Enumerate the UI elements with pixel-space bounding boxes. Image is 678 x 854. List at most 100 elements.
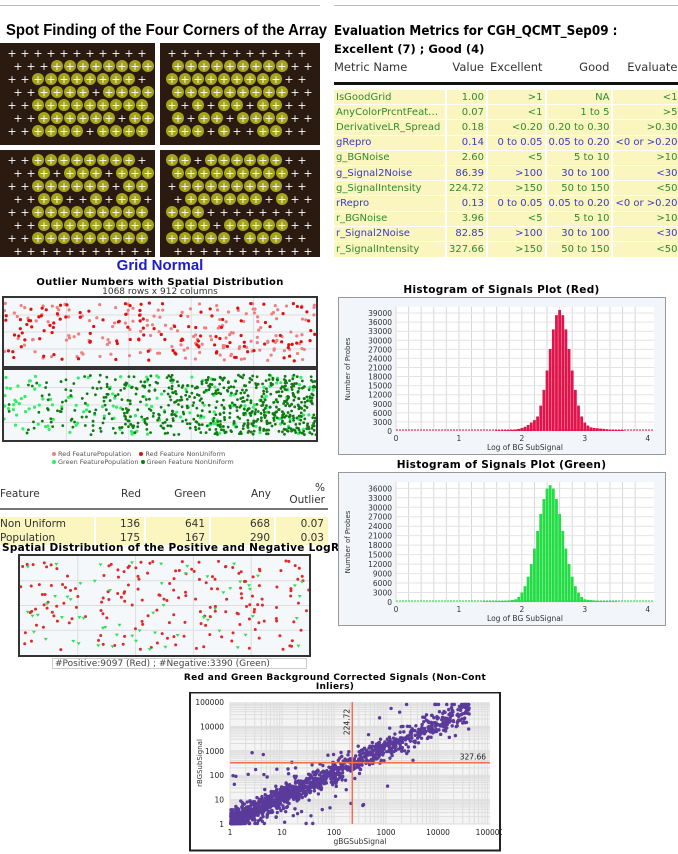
green-nonuniform-point [232, 421, 236, 425]
green-nonuniform-point [73, 408, 77, 412]
histogram-bar [602, 428, 606, 431]
grid-cross: + [104, 219, 113, 232]
green-nonuniform-point [215, 400, 219, 404]
green-nonuniform-point [246, 418, 250, 422]
negative-logratio-point [43, 637, 48, 641]
scatter-point [328, 773, 332, 778]
green-population-point [279, 381, 283, 385]
red-population-point [289, 330, 293, 334]
green-nonuniform-point [265, 390, 269, 394]
green-nonuniform-point [103, 403, 107, 407]
red-population-point [231, 331, 235, 335]
logratio-title: Spatial Distribution of the Positive and… [2, 542, 370, 554]
green-nonuniform-point [310, 426, 314, 430]
positive-logratio-point [290, 639, 294, 643]
scatter-point [286, 772, 291, 776]
x-tick-label: 4 [645, 434, 650, 443]
red-nonuniform-point [78, 315, 82, 319]
metric-evaluate: <0 or >0.20 [612, 195, 678, 211]
positive-logratio-point [274, 617, 278, 621]
green-nonuniform-point [242, 424, 245, 428]
scatter-point [400, 745, 405, 750]
grid-cross: + [52, 193, 61, 206]
scatter-point [377, 716, 382, 720]
red-nonuniform-point [76, 357, 81, 361]
green-nonuniform-point [209, 421, 213, 425]
scatter-point [239, 813, 244, 817]
positive-logratio-point [293, 564, 297, 568]
green-nonuniform-point [220, 403, 224, 407]
green-nonuniform-point [230, 430, 233, 434]
green-nonuniform-point [152, 411, 155, 415]
positive-logratio-point [99, 634, 103, 638]
green-nonuniform-point [308, 431, 312, 434]
grid-cross: + [143, 112, 152, 125]
scatter-point [375, 745, 379, 749]
red-nonuniform-point [141, 317, 145, 321]
positive-logratio-point [116, 575, 120, 579]
histogram-bar [570, 576, 574, 602]
green-nonuniform-point [218, 413, 222, 416]
green-nonuniform-point [305, 427, 309, 431]
grid-cross: + [117, 193, 126, 206]
positive-logratio-point [284, 559, 288, 563]
scatter-point [382, 758, 386, 763]
metric-excellent: 0 to 0.05 [487, 134, 547, 151]
green-nonuniform-point [197, 422, 201, 426]
grid-cross: + [277, 60, 286, 73]
scatter-point [374, 751, 378, 755]
green-nonuniform-point [194, 420, 198, 423]
red-population-point [179, 343, 183, 347]
metric-evaluate: <30 [612, 164, 678, 181]
green-nonuniform-point [168, 395, 172, 399]
grid-cross: + [206, 47, 215, 60]
green-population-point [15, 413, 19, 417]
scatter-point [364, 749, 369, 753]
grid-cross: + [245, 47, 254, 60]
red-nonuniform-point [50, 330, 54, 335]
grid-cross: + [277, 167, 286, 180]
green-nonuniform-point [302, 433, 306, 436]
red-nonuniform-point [242, 344, 246, 348]
red-population-point [255, 335, 259, 339]
scatter-point [339, 750, 343, 755]
grid-cross: + [26, 219, 35, 232]
positive-logratio-point [69, 588, 73, 592]
green-nonuniform-point [204, 388, 208, 392]
outlier-table: Feature Red Green Any % Outlier Non Unif… [0, 480, 330, 545]
scatter-point [297, 796, 301, 800]
green-population-point [133, 414, 138, 418]
histogram-bar [520, 427, 524, 431]
negative-logratio-point [255, 574, 260, 578]
red-nonuniform-point [138, 313, 142, 317]
histogram-bar [608, 601, 612, 602]
green-nonuniform-point [297, 404, 301, 408]
green-nonuniform-point [287, 415, 291, 419]
red-nonuniform-point [17, 334, 21, 338]
positive-logratio-point [55, 619, 59, 623]
green-nonuniform-point [111, 426, 115, 430]
red-population-point [157, 330, 161, 334]
positive-logratio-point [34, 607, 38, 611]
green-population-point [74, 403, 78, 407]
scatter-point [464, 720, 469, 725]
scatter-point [316, 792, 321, 796]
red-population-point [101, 336, 105, 340]
green-nonuniform-point [280, 410, 284, 414]
green-nonuniform-point [288, 420, 292, 423]
grid-cross: + [238, 60, 247, 73]
positive-logratio-point [61, 583, 65, 587]
red-nonuniform-point [124, 312, 128, 316]
red-nonuniform-point [210, 314, 214, 318]
green-population-point [36, 422, 40, 426]
green-nonuniform-point [284, 414, 288, 418]
red-population-point [169, 327, 173, 331]
grid-cross: + [98, 125, 107, 138]
scatter-point [405, 724, 410, 728]
positive-logratio-point [279, 569, 283, 573]
green-nonuniform-point [149, 431, 152, 434]
grid-cross: + [39, 86, 48, 99]
green-population-point [68, 430, 72, 434]
green-nonuniform-point [120, 431, 124, 435]
scatter-point [434, 729, 439, 734]
